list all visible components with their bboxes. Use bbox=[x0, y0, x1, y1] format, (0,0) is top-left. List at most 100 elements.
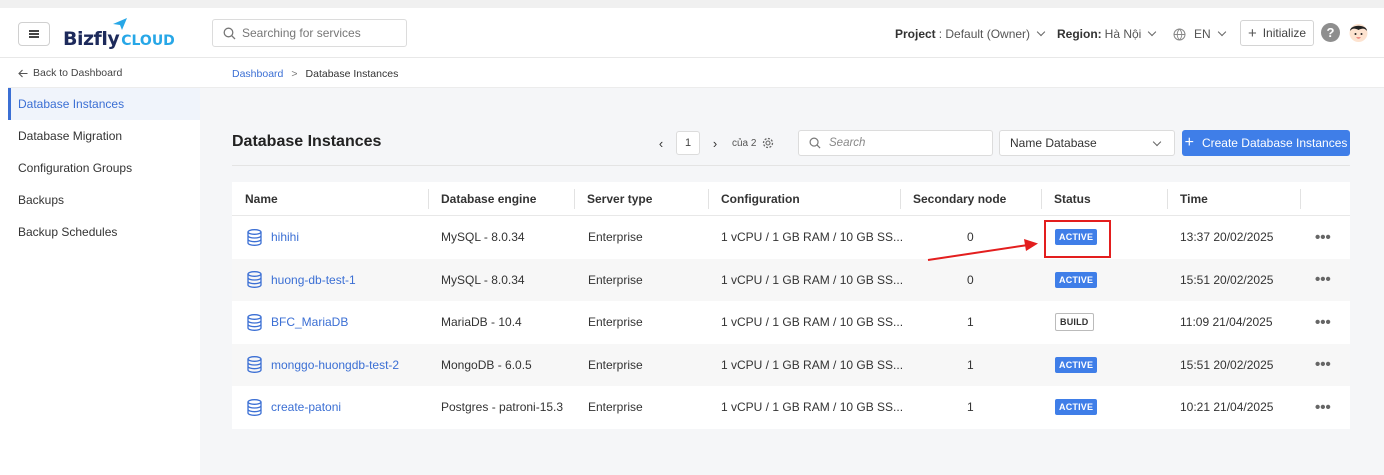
column-divider bbox=[428, 189, 429, 209]
column-divider bbox=[708, 189, 709, 209]
instance-name: monggo-huongdb-test-2 bbox=[271, 357, 400, 372]
current-page-number[interactable]: 1 bbox=[676, 131, 700, 155]
column-divider bbox=[1041, 189, 1042, 209]
project-selector[interactable]: Project : Default (Owner) bbox=[895, 27, 1046, 41]
back-to-dashboard-link[interactable]: Back to Dashboard bbox=[18, 67, 122, 79]
back-label: Back to Dashboard bbox=[33, 67, 123, 79]
search-field-value: Name Database bbox=[1010, 136, 1097, 150]
more-actions-button[interactable]: ••• bbox=[1315, 386, 1331, 428]
instance-name-link[interactable]: create-patoni bbox=[247, 386, 341, 428]
configuration-cell: 1 vCPU / 1 GB RAM / 10 GB SS... bbox=[721, 357, 904, 372]
sidebar: Back to Dashboard Database Instances Dat… bbox=[0, 58, 200, 475]
column-header-time[interactable]: Time bbox=[1180, 182, 1208, 216]
region-selector[interactable]: Region: Hà Nội bbox=[1057, 27, 1157, 41]
time-cell: 15:51 20/02/2025 bbox=[1180, 272, 1274, 287]
logo-sub-text: CLOUD bbox=[121, 33, 175, 49]
column-divider bbox=[1167, 189, 1168, 209]
instance-name-link[interactable]: monggo-huongdb-test-2 bbox=[247, 344, 399, 386]
column-header-name[interactable]: Name bbox=[245, 182, 278, 216]
secondary-node-cell: 1 bbox=[967, 400, 974, 414]
instance-name-link[interactable]: hihihi bbox=[247, 216, 299, 258]
annotation-arrow bbox=[927, 239, 1038, 261]
chevron-down-icon bbox=[1148, 27, 1157, 37]
initialize-label: Initialize bbox=[1262, 26, 1307, 40]
prev-page-button[interactable]: ‹ bbox=[652, 136, 670, 151]
arrow-left-icon bbox=[18, 69, 28, 77]
instance-name: hihihi bbox=[271, 230, 300, 244]
database-icon bbox=[247, 398, 262, 416]
more-actions-button[interactable]: ••• bbox=[1315, 259, 1331, 301]
database-icon bbox=[247, 313, 262, 331]
avatar[interactable] bbox=[1348, 22, 1369, 43]
more-actions-button[interactable]: ••• bbox=[1315, 301, 1331, 343]
more-actions-button[interactable]: ••• bbox=[1315, 216, 1331, 258]
search-field-select[interactable]: Name Database bbox=[999, 130, 1175, 156]
instances-table: Name Database engine Server type Configu… bbox=[232, 182, 1350, 429]
configuration-cell: 1 vCPU / 1 GB RAM / 10 GB SS... bbox=[721, 230, 904, 244]
menu-toggle-button[interactable] bbox=[18, 22, 50, 46]
help-icon[interactable]: ? bbox=[1321, 23, 1340, 42]
page-total-text: của 2 bbox=[732, 137, 757, 149]
service-search-placeholder: Searching for services bbox=[242, 26, 361, 40]
instance-name: create-patoni bbox=[271, 400, 342, 414]
language-value: EN bbox=[1194, 27, 1211, 41]
table-row[interactable]: huong-db-test-1 MySQL - 8.0.34 Enterpris… bbox=[232, 258, 1350, 301]
search-icon bbox=[809, 137, 821, 149]
status-badge: ACTIVE bbox=[1055, 356, 1098, 373]
breadcrumb-dashboard-link[interactable]: Dashboard bbox=[232, 68, 283, 80]
table-row[interactable]: hihihi MySQL - 8.0.34 Enterprise 1 vCPU … bbox=[232, 216, 1350, 259]
region-value: Hà Nội bbox=[1104, 27, 1142, 41]
globe-icon bbox=[1173, 28, 1186, 40]
column-header-server-type[interactable]: Server type bbox=[587, 182, 652, 216]
engine-cell: MariaDB - 10.4 bbox=[441, 315, 522, 329]
time-cell: 11:09 21/04/2025 bbox=[1180, 315, 1273, 329]
time-cell: 10:21 21/04/2025 bbox=[1180, 400, 1274, 414]
time-cell: 13:37 20/02/2025 bbox=[1180, 230, 1274, 244]
language-selector[interactable]: EN bbox=[1173, 27, 1226, 41]
divider bbox=[232, 165, 1350, 166]
column-header-configuration[interactable]: Configuration bbox=[721, 182, 800, 216]
bizfly-logo[interactable]: Bizfly CLOUD bbox=[63, 18, 175, 50]
sidebar-item-database-migration[interactable]: Database Migration bbox=[8, 120, 200, 152]
server-type-cell: Enterprise bbox=[588, 272, 643, 287]
column-divider bbox=[900, 189, 901, 209]
instance-name-link[interactable]: huong-db-test-1 bbox=[247, 259, 356, 301]
engine-cell: Postgres - patroni-15.3 bbox=[441, 400, 564, 414]
create-database-instances-button[interactable]: + Create Database Instances bbox=[1182, 130, 1350, 156]
database-icon bbox=[247, 228, 262, 246]
column-divider bbox=[574, 189, 575, 209]
table-row[interactable]: create-patoni Postgres - patroni-15.3 En… bbox=[232, 386, 1350, 429]
sidebar-item-backups[interactable]: Backups bbox=[8, 184, 200, 216]
status-cell: BUILD bbox=[1055, 301, 1094, 343]
column-header-status[interactable]: Status bbox=[1054, 182, 1091, 216]
time-cell: 15:51 20/02/2025 bbox=[1180, 357, 1274, 372]
server-type-cell: Enterprise bbox=[588, 400, 643, 414]
plus-icon: + bbox=[1184, 134, 1194, 151]
server-type-cell: Enterprise bbox=[588, 357, 643, 372]
configuration-cell: 1 vCPU / 1 GB RAM / 10 GB SS... bbox=[721, 400, 904, 414]
sidebar-item-database-instances[interactable]: Database Instances bbox=[8, 88, 200, 120]
breadcrumb-bar: Dashboard > Database Instances bbox=[200, 58, 1384, 88]
status-cell: ACTIVE bbox=[1055, 259, 1098, 301]
page-title: Database Instances bbox=[232, 133, 382, 150]
column-divider bbox=[1300, 189, 1301, 209]
initialize-button[interactable]: + Initialize bbox=[1240, 20, 1314, 46]
instance-search-input[interactable]: Search bbox=[798, 130, 993, 156]
chevron-down-icon bbox=[1217, 27, 1226, 37]
next-page-button[interactable]: › bbox=[706, 136, 724, 151]
table-row[interactable]: BFC_MariaDB MariaDB - 10.4 Enterprise 1 … bbox=[232, 301, 1350, 344]
more-actions-button[interactable]: ••• bbox=[1315, 344, 1331, 386]
sidebar-item-backup-schedules[interactable]: Backup Schedules bbox=[8, 216, 200, 248]
sidebar-item-configuration-groups[interactable]: Configuration Groups bbox=[8, 152, 200, 184]
logo-main-text: Bizfly bbox=[63, 28, 120, 50]
service-search-input[interactable]: Searching for services bbox=[212, 19, 407, 47]
breadcrumb: Dashboard > Database Instances bbox=[232, 68, 398, 80]
column-header-secondary-node[interactable]: Secondary node bbox=[913, 182, 1006, 216]
column-header-engine[interactable]: Database engine bbox=[441, 182, 536, 216]
instance-name-link[interactable]: BFC_MariaDB bbox=[247, 301, 348, 343]
annotation-highlight-box bbox=[1044, 220, 1111, 258]
server-type-cell: Enterprise bbox=[588, 230, 643, 244]
table-row[interactable]: monggo-huongdb-test-2 MongoDB - 6.0.5 En… bbox=[232, 343, 1350, 386]
secondary-node-cell: 1 bbox=[967, 357, 974, 372]
gear-icon[interactable] bbox=[762, 137, 774, 149]
